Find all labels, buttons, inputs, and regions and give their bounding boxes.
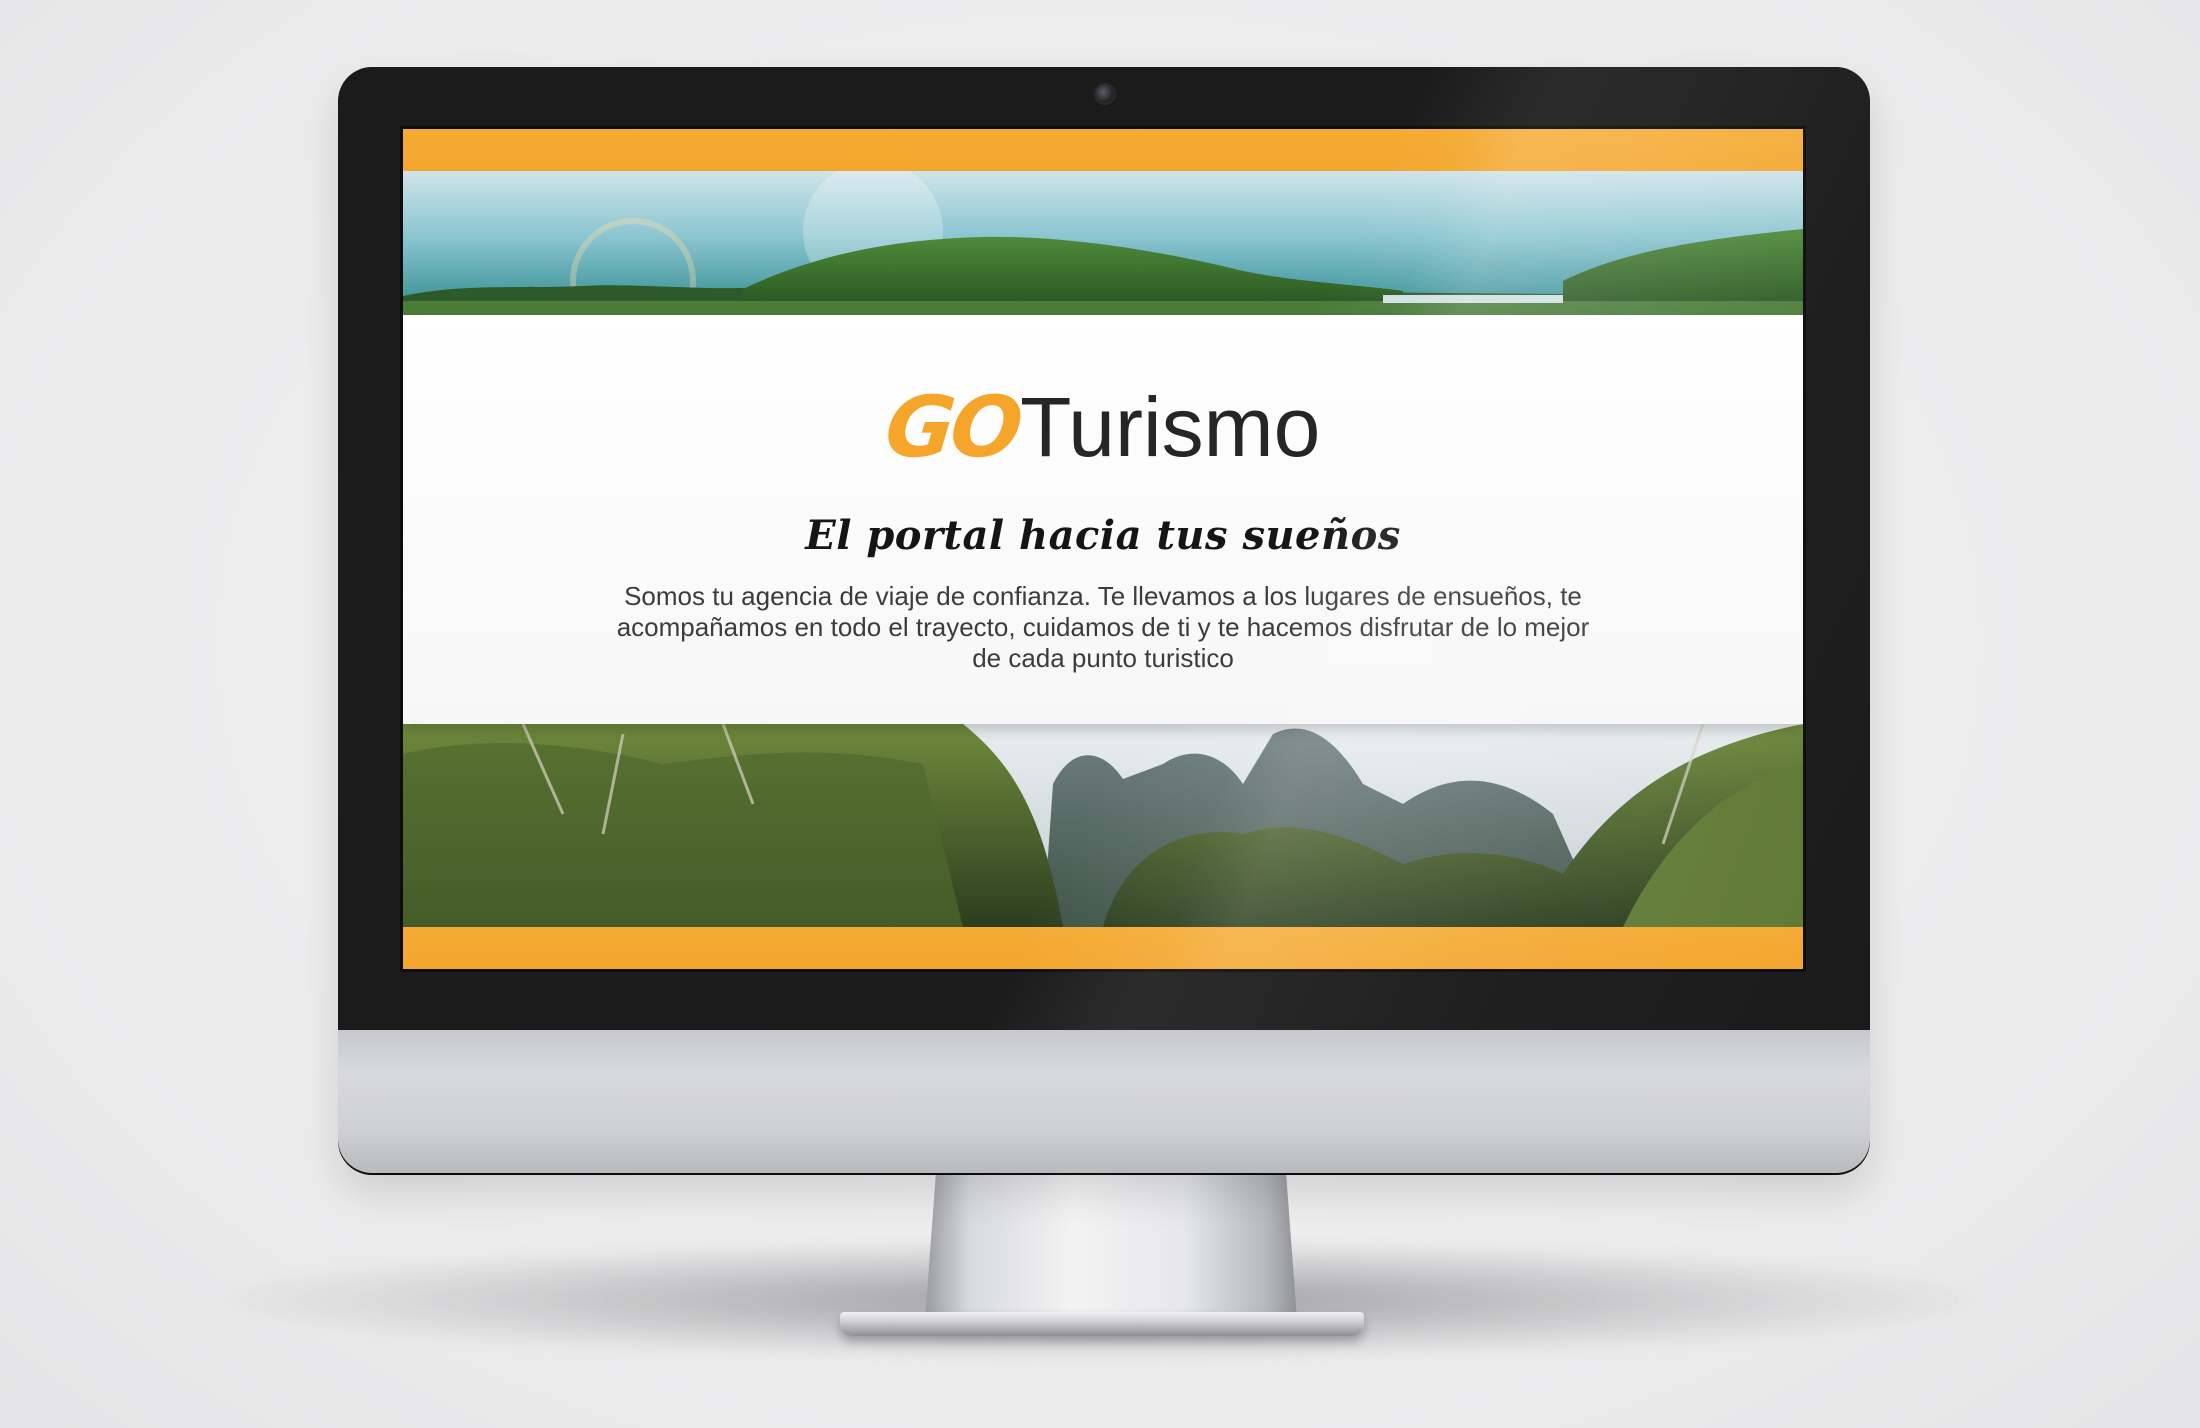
monitor-chin (338, 1030, 1870, 1173)
monitor: GOTurismo El portal hacia tus sueños Som… (338, 67, 1870, 1173)
logo-accent: GO (880, 378, 1024, 476)
hero-description: Somos tu agencia de viaje de confianza. … (616, 581, 1590, 673)
jungle-photo (403, 724, 1803, 927)
desktop-mockup-scene: GOTurismo El portal hacia tus sueños Som… (0, 0, 2200, 1428)
webcam-icon (1096, 85, 1114, 103)
island-photo (403, 171, 1803, 315)
top-accent-bar (403, 129, 1803, 171)
website-screen: GOTurismo El portal hacia tus sueños Som… (403, 129, 1803, 969)
hero-content: GOTurismo El portal hacia tus sueños Som… (403, 315, 1803, 724)
site-logo[interactable]: GOTurismo (403, 377, 1803, 477)
hero-tagline: El portal hacia tus sueños (805, 512, 1401, 559)
bottom-banner-image (403, 724, 1803, 927)
bottom-accent-bar (403, 927, 1803, 969)
top-banner-image (403, 171, 1803, 315)
logo-name: Turismo (1020, 380, 1321, 474)
monitor-stand-base (840, 1312, 1364, 1336)
monitor-stand (925, 1170, 1297, 1320)
